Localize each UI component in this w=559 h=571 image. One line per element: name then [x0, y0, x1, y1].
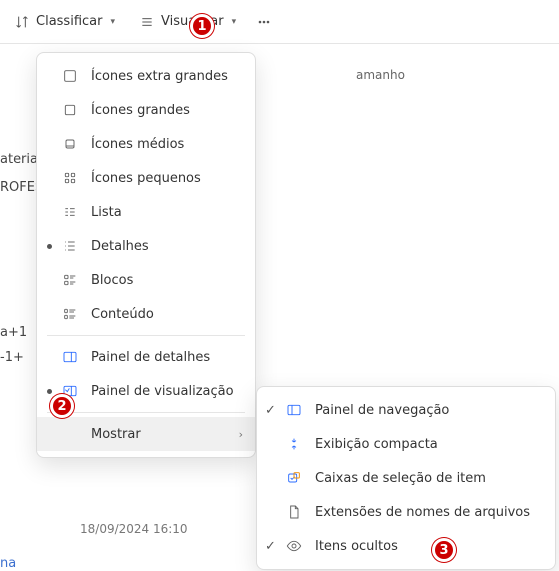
menu-item-label: Painel de detalhes — [91, 350, 210, 365]
submenu-item-nav-pane[interactable]: ✓ Painel de navegação — [257, 393, 555, 427]
nav-pane-icon — [285, 401, 303, 419]
menu-item-label: Mostrar — [91, 427, 141, 442]
more-horizontal-icon — [256, 14, 272, 30]
chevron-down-icon: ▾ — [110, 17, 115, 27]
menu-item-label: Ícones médios — [91, 137, 184, 152]
view-button[interactable]: Visualizar ▾ — [129, 8, 246, 36]
menu-item-label: Blocos — [91, 273, 133, 288]
menu-item-small-icons[interactable]: Ícones pequenos — [37, 161, 255, 195]
chevron-down-icon: ▾ — [232, 17, 237, 27]
submenu-item-label: Painel de navegação — [315, 403, 449, 418]
menu-item-label: Detalhes — [91, 239, 149, 254]
tiles-icon — [61, 271, 79, 289]
content-icon — [61, 305, 79, 323]
menu-item-show[interactable]: Mostrar › — [37, 417, 255, 451]
show-submenu: ✓ Painel de navegação Exibição compacta … — [256, 386, 556, 570]
annotation-badge-2: 2 — [50, 394, 74, 418]
menu-item-details-pane[interactable]: Painel de detalhes — [37, 340, 255, 374]
submenu-item-compact-view[interactable]: Exibição compacta — [257, 427, 555, 461]
compact-view-icon — [285, 435, 303, 453]
bg-text: a+1 — [0, 325, 27, 340]
more-button[interactable] — [250, 8, 278, 36]
list-icon — [61, 203, 79, 221]
menu-item-label: Ícones pequenos — [91, 171, 201, 186]
menu-item-label: Ícones extra grandes — [91, 69, 228, 84]
menu-item-label: Lista — [91, 205, 122, 220]
small-icons-icon — [61, 169, 79, 187]
menu-item-extra-large-icons[interactable]: Ícones extra grandes — [37, 59, 255, 93]
menu-item-tiles[interactable]: Blocos — [37, 263, 255, 297]
chevron-right-icon: › — [239, 428, 243, 441]
bg-text: na — [0, 556, 16, 571]
file-row: 18/09/2024 16:10 — [80, 522, 188, 536]
checkbox-icon — [285, 469, 303, 487]
sort-button[interactable]: Classificar ▾ — [4, 8, 125, 36]
blank-icon — [61, 425, 79, 443]
menu-separator — [47, 412, 245, 413]
check-icon: ✓ — [265, 539, 276, 554]
submenu-item-extensions[interactable]: Extensões de nomes de arquivos — [257, 495, 555, 529]
medium-icons-icon — [61, 135, 79, 153]
menu-item-medium-icons[interactable]: Ícones médios — [37, 127, 255, 161]
submenu-item-checkboxes[interactable]: Caixas de seleção de item — [257, 461, 555, 495]
file-date: 18/09/2024 16:10 — [80, 522, 188, 536]
menu-item-label: Painel de visualização — [91, 384, 234, 399]
extra-large-icons-icon — [61, 67, 79, 85]
submenu-item-label: Caixas de seleção de item — [315, 471, 486, 486]
check-icon: ✓ — [265, 403, 276, 418]
details-pane-icon — [61, 348, 79, 366]
eye-icon — [285, 537, 303, 555]
file-icon — [285, 503, 303, 521]
menu-item-details[interactable]: Detalhes — [37, 229, 255, 263]
submenu-item-label: Extensões de nomes de arquivos — [315, 505, 530, 520]
submenu-item-hidden-items[interactable]: ✓ Itens ocultos — [257, 529, 555, 563]
menu-item-list[interactable]: Lista — [37, 195, 255, 229]
submenu-item-label: Exibição compacta — [315, 437, 438, 452]
menu-item-label: Ícones grandes — [91, 103, 190, 118]
selected-dot-icon — [47, 244, 52, 249]
large-icons-icon — [61, 101, 79, 119]
menu-item-label: Conteúdo — [91, 307, 154, 322]
details-icon — [61, 237, 79, 255]
sort-icon — [14, 14, 30, 30]
bg-text: -1+ — [0, 350, 24, 365]
submenu-item-label: Itens ocultos — [315, 539, 398, 554]
toolbar: Classificar ▾ Visualizar ▾ — [0, 0, 559, 44]
menu-separator — [47, 335, 245, 336]
menu-item-content[interactable]: Conteúdo — [37, 297, 255, 331]
sort-label: Classificar — [36, 14, 102, 29]
annotation-badge-3: 3 — [432, 538, 456, 562]
menu-item-large-icons[interactable]: Ícones grandes — [37, 93, 255, 127]
column-header-size[interactable]: amanho — [348, 64, 413, 86]
view-icon — [139, 14, 155, 30]
selected-dot-icon — [47, 389, 52, 394]
annotation-badge-1: 1 — [190, 14, 214, 38]
